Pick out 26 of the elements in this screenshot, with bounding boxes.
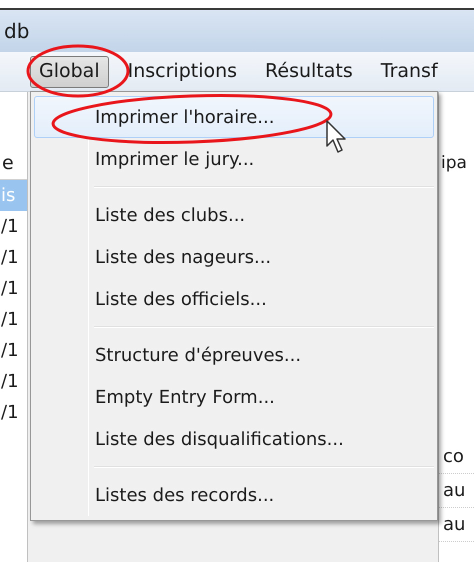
list-row[interactable]: /1: [0, 335, 27, 366]
list-row[interactable]: /1: [0, 304, 27, 335]
list-row[interactable]: /1: [0, 211, 27, 242]
menu-item[interactable]: Imprimer le jury...: [34, 138, 434, 180]
menu-item[interactable]: Empty Entry Form...: [34, 376, 434, 418]
column-header: ipa: [440, 152, 468, 176]
list-row[interactable]: /1: [0, 397, 27, 428]
menu-item[interactable]: Liste des officiels...: [34, 278, 434, 320]
list-row: co: [439, 440, 474, 474]
menu-item[interactable]: Liste des nageurs...: [34, 236, 434, 278]
window-title: db: [4, 18, 30, 45]
list-row: au: [439, 474, 474, 508]
menu-bar-item[interactable]: Inscriptions: [118, 56, 246, 88]
menu-bar-item[interactable]: Transf: [372, 56, 447, 88]
cursor-arrow-icon: [326, 120, 348, 154]
menu-item[interactable]: Listes des records...: [34, 474, 434, 516]
list-row[interactable]: /1: [0, 366, 27, 397]
menu-item[interactable]: Liste des disqualifications...: [34, 418, 434, 460]
list-row[interactable]: /1: [0, 242, 27, 273]
menu-bar-item[interactable]: Résultats: [256, 56, 362, 88]
menu-item[interactable]: Structure d'épreuves...: [34, 334, 434, 376]
list-row[interactable]: /1: [0, 273, 27, 304]
menu-bar-item[interactable]: Global: [30, 56, 109, 88]
list-row: au: [439, 508, 474, 542]
menu-item[interactable]: Liste des clubs...: [34, 194, 434, 236]
menu-item[interactable]: Imprimer l'horaire...: [34, 96, 434, 138]
